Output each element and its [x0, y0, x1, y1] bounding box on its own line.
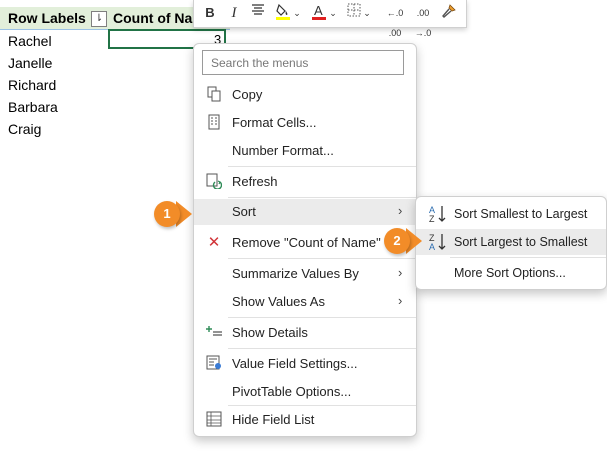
sort-smallest-to-largest[interactable]: AZ Sort Smallest to Largest — [416, 201, 606, 227]
chevron-right-icon: › — [398, 293, 403, 308]
copy-icon — [205, 86, 223, 104]
chevron-right-icon: › — [398, 203, 403, 218]
menu-item-show-values-as[interactable]: Show Values As › — [194, 289, 416, 315]
menu-item-label: Show Values As — [232, 294, 325, 309]
font-color-dropdown-icon[interactable]: ⌄ — [328, 3, 338, 23]
menu-item-label: Show Details — [232, 325, 308, 340]
menu-item-label: PivotTable Options... — [232, 384, 352, 399]
row-label-cell[interactable]: Craig — [8, 121, 41, 137]
align-center-icon[interactable] — [250, 3, 266, 23]
callout-step-1: 1 — [154, 201, 198, 227]
menu-item-value-field-settings[interactable]: Value Field Settings... — [194, 351, 416, 377]
menu-item-label: Summarize Values By — [232, 266, 359, 281]
callout-number: 1 — [154, 201, 180, 227]
show-details-icon — [205, 324, 223, 342]
row-label-cell[interactable]: Barbara — [8, 99, 58, 115]
menu-item-summarize-values-by[interactable]: Summarize Values By › — [194, 261, 416, 287]
chevron-right-icon: › — [398, 265, 403, 280]
fill-color-dropdown-icon[interactable]: ⌄ — [292, 3, 302, 23]
submenu-item-label: More Sort Options... — [454, 266, 566, 280]
menu-item-format-cells[interactable]: Format Cells... — [194, 110, 416, 136]
remove-x-icon: ✕ — [207, 234, 221, 251]
svg-text:A: A — [429, 242, 435, 252]
submenu-separator — [450, 257, 606, 258]
field-list-icon — [205, 411, 223, 429]
row-label-cell[interactable]: Rachel — [8, 33, 52, 49]
menu-separator — [228, 348, 416, 349]
menu-item-refresh[interactable]: Refresh — [194, 169, 416, 195]
menu-item-remove-field[interactable]: ✕ Remove "Count of Name" — [194, 230, 416, 256]
borders-dropdown-icon[interactable]: ⌄ — [362, 3, 372, 23]
menu-separator — [228, 166, 416, 167]
menu-search-input[interactable]: Search the menus — [202, 50, 404, 75]
menu-item-number-format[interactable]: Number Format... — [194, 138, 416, 164]
filter-dropdown-icon[interactable]: ⇂ — [91, 11, 107, 27]
row-labels-header[interactable]: Row Labels — [8, 10, 86, 26]
submenu-item-label: Sort Smallest to Largest — [454, 207, 588, 221]
font-color-icon[interactable]: A — [310, 3, 328, 23]
menu-item-copy[interactable]: Copy — [194, 82, 416, 108]
format-cells-icon — [205, 114, 223, 132]
menu-separator — [228, 258, 416, 259]
menu-item-hide-field-list[interactable]: Hide Field List — [194, 407, 416, 433]
menu-separator — [228, 317, 416, 318]
menu-item-pivottable-options[interactable]: PivotTable Options... — [194, 379, 416, 405]
decrease-decimal-icon[interactable]: .00 →.0 — [412, 3, 434, 38]
more-sort-options[interactable]: More Sort Options... — [416, 260, 606, 286]
value-field-settings-icon — [205, 355, 223, 373]
menu-separator — [228, 197, 416, 198]
row-label-cell[interactable]: Richard — [8, 77, 56, 93]
menu-item-label: Number Format... — [232, 143, 334, 158]
svg-text:Z: Z — [429, 214, 435, 224]
sort-ascending-icon: AZ — [428, 204, 448, 224]
svg-text:A: A — [314, 3, 323, 18]
callout-number: 2 — [384, 228, 410, 254]
sort-submenu: AZ Sort Smallest to Largest ZA Sort Larg… — [415, 196, 607, 290]
menu-separator — [228, 405, 416, 406]
format-painter-icon[interactable] — [440, 3, 458, 23]
menu-item-label: Copy — [232, 87, 263, 102]
menu-item-label: Format Cells... — [232, 115, 317, 130]
mini-toolbar: B I ⌄ A ⌄ ⌄ ←.0 .00 .00 →.0 — [193, 0, 467, 38]
menu-item-show-details[interactable]: Show Details — [194, 320, 416, 346]
menu-item-sort[interactable]: Sort › — [194, 199, 416, 225]
submenu-item-label: Sort Largest to Smallest — [454, 235, 588, 249]
borders-icon[interactable] — [346, 3, 362, 23]
menu-item-label: Remove "Count of Name" — [232, 235, 381, 250]
bold-button[interactable]: B — [202, 3, 218, 23]
refresh-icon — [205, 173, 223, 191]
sort-descending-icon: ZA — [428, 232, 448, 252]
sort-largest-to-smallest[interactable]: ZA Sort Largest to Smallest — [416, 229, 606, 255]
menu-item-label: Sort — [232, 204, 256, 219]
italic-button[interactable]: I — [226, 3, 242, 23]
row-label-cell[interactable]: Janelle — [8, 55, 52, 71]
increase-decimal-icon[interactable]: ←.0 .00 — [384, 3, 406, 38]
menu-item-label: Hide Field List — [232, 412, 315, 427]
fill-color-icon[interactable] — [274, 3, 292, 23]
callout-step-2: 2 — [384, 228, 428, 254]
menu-item-label: Value Field Settings... — [232, 356, 358, 371]
menu-item-label: Refresh — [232, 174, 278, 189]
